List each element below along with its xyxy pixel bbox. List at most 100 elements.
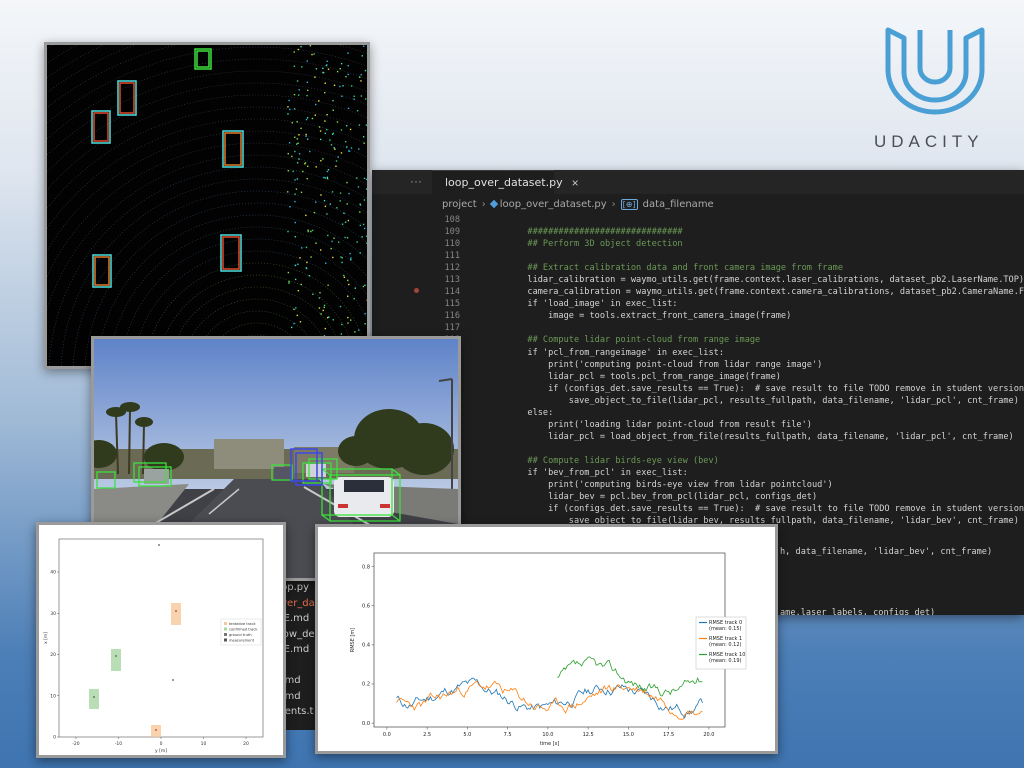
y-tick-label: 10 — [50, 693, 56, 699]
x-tick-label: 15.0 — [623, 732, 634, 738]
line-text: camera_calibration = waymo_utils.get(fra… — [486, 287, 1024, 298]
code-line[interactable]: 113 lidar_calibration = waymo_utils.get(… — [432, 274, 1024, 286]
x-tick-label: 20.0 — [703, 732, 714, 738]
code-area[interactable]: 108 109 ############################## 110… — [432, 214, 1024, 527]
breadcrumb: project › loop_over_dataset.py › [⊕] dat… — [442, 196, 714, 212]
code-line-partial: h, data_filename, 'lidar_bev', cnt_frame… — [780, 547, 993, 557]
legend-mean: (mean: 0.15) — [709, 626, 742, 632]
track-marker — [151, 725, 161, 737]
code-line[interactable]: print('loading lidar point-cloud from re… — [432, 419, 1024, 431]
udacity-logo — [880, 20, 990, 130]
x-tick-label: 17.5 — [663, 732, 674, 738]
line-number: 112 — [444, 263, 460, 274]
code-line[interactable]: lidar_pcl = load_object_from_file(result… — [432, 431, 1024, 443]
code-line[interactable]: lidar_bev = pcl.bev_from_pcl(lidar_pcl, … — [432, 491, 1024, 503]
line-number: 108 — [444, 215, 460, 225]
line-text: if 'pcl_from_rangeimage' in exec_list: — [486, 347, 724, 358]
measurement-point — [115, 655, 117, 657]
line-text: lidar_pcl = tools.pcl_from_range_image(f… — [486, 371, 781, 382]
breadcrumb-file[interactable]: loop_over_dataset.py — [489, 199, 607, 210]
legend-swatch — [224, 622, 227, 625]
code-line[interactable]: 116 image = tools.extract_front_camera_i… — [432, 310, 1024, 322]
more-actions-icon[interactable]: ··· — [410, 174, 422, 188]
code-line[interactable]: 109 ############################## — [432, 226, 1024, 238]
line-text: if (configs_det.save_results == True): #… — [486, 504, 1024, 515]
line-number: 109 — [444, 227, 460, 238]
line-text: ## Perform 3D object detection — [486, 239, 683, 250]
x-tick-label: 10 — [201, 741, 207, 747]
code-line[interactable]: 112 ## Extract calibration data and fron… — [432, 262, 1024, 274]
track-marker — [171, 603, 181, 625]
line-text: lidar_pcl = load_object_from_file(result… — [486, 431, 1014, 442]
code-line[interactable]: else: — [432, 407, 1024, 419]
tab-label: loop_over_dataset.py — [445, 176, 563, 189]
measurement-point — [175, 610, 177, 612]
code-line[interactable]: 114 camera_calibration = waymo_utils.get… — [432, 286, 1024, 298]
legend-mean: (mean: 0.19) — [709, 658, 742, 664]
tab-loop-over-dataset[interactable]: loop_over_dataset.py × — [432, 170, 579, 194]
code-line[interactable]: if 'pcl_from_rangeimage' in exec_list: — [432, 347, 1024, 359]
breadcrumb-symbol[interactable]: data_filename — [643, 199, 714, 210]
code-line[interactable]: 118 ## Compute lidar point-cloud from ra… — [432, 334, 1024, 346]
line-text: if 'load_image' in exec_list: — [486, 299, 678, 310]
line-text: print('loading lidar point-cloud from re… — [486, 419, 812, 430]
code-line[interactable]: if (configs_det.save_results == True): #… — [432, 503, 1024, 515]
measurement-point — [93, 696, 95, 698]
code-line[interactable]: 117 — [432, 322, 1024, 334]
legend-swatch — [224, 638, 227, 642]
code-line[interactable]: print('computing birds-eye view from lid… — [432, 479, 1024, 491]
line-number: 115 — [444, 299, 460, 310]
x-tick-label: 2.5 — [423, 732, 431, 738]
legend-entry: confirmed track — [229, 627, 258, 631]
chevron-right-icon: › — [481, 198, 486, 210]
code-line[interactable]: 110 ## Perform 3D object detection — [432, 238, 1024, 250]
rmse-legend: RMSE track 0(mean: 0.15)RMSE track 1(mea… — [695, 616, 747, 670]
x-tick-label: -10 — [115, 741, 122, 747]
y-tick-label: 0.6 — [362, 603, 370, 609]
udacity-wordmark: UDACITY — [874, 132, 984, 151]
legend-entry: tentative track — [229, 622, 256, 626]
code-line[interactable]: if (configs_det.save_results == True): #… — [432, 383, 1024, 395]
x-tick-label: 10.0 — [542, 732, 553, 738]
line-number: 110 — [444, 239, 460, 250]
x-tick-label: 20 — [243, 741, 249, 747]
y-tick-label: 40 — [50, 570, 56, 576]
breakpoint-icon[interactable] — [414, 288, 419, 293]
python-file-icon — [489, 199, 498, 208]
y-axis-label: x [m] — [43, 632, 49, 644]
legend-entry: ground truth — [229, 633, 252, 637]
code-line[interactable]: ## Compute lidar birds-eye view (bev) — [432, 455, 1024, 467]
udacity-u-icon — [885, 27, 985, 115]
line-text: else: — [486, 407, 554, 418]
legend-swatch — [224, 627, 227, 631]
breadcrumb-folder[interactable]: project — [442, 199, 477, 210]
scatter-legend: tentative trackconfirmed track ground tru… — [220, 618, 262, 646]
tracking-scatter-plot: -20 -10 0 10 20 0 10 20 30 40 y [m] x [m] tentative … — [36, 522, 286, 758]
line-number: 113 — [444, 275, 460, 286]
measurement-point — [155, 729, 157, 731]
legend-swatch — [224, 633, 227, 636]
x-tick-label: 0.0 — [383, 732, 391, 738]
line-text: ## Compute lidar point-cloud from range … — [486, 335, 761, 346]
code-line[interactable]: 111 — [432, 250, 1024, 262]
x-axis-label: y [m] — [155, 748, 167, 754]
line-text: ############################## — [486, 227, 683, 238]
code-line[interactable]: print('computing point-cloud from lidar … — [432, 359, 1024, 371]
code-line[interactable]: 108 — [432, 214, 1024, 226]
close-icon[interactable]: × — [572, 176, 579, 190]
code-line[interactable]: lidar_pcl = tools.pcl_from_range_image(f… — [432, 371, 1024, 383]
y-tick-label: 0.8 — [362, 564, 370, 570]
code-line[interactable] — [432, 443, 1024, 455]
line-text: print('computing birds-eye view from lid… — [486, 480, 833, 491]
line-text: if 'bev_from_pcl' in exec_list: — [486, 467, 688, 478]
code-line[interactable]: if 'bev_from_pcl' in exec_list: — [432, 467, 1024, 479]
lidar-pointcloud-drawing — [47, 45, 367, 366]
line-text: if (configs_det.save_results == True): #… — [486, 383, 1024, 394]
code-line[interactable]: 115 if 'load_image' in exec_list: — [432, 298, 1024, 310]
line-text: lidar_calibration = waymo_utils.get(fram… — [486, 275, 1024, 286]
x-tick-label: 0 — [160, 741, 163, 747]
track-marker — [89, 689, 99, 709]
python-file-icon — [435, 180, 441, 185]
measurement-point — [172, 679, 174, 681]
code-line[interactable]: save_object_to_file(lidar_pcl, results_f… — [432, 395, 1024, 407]
